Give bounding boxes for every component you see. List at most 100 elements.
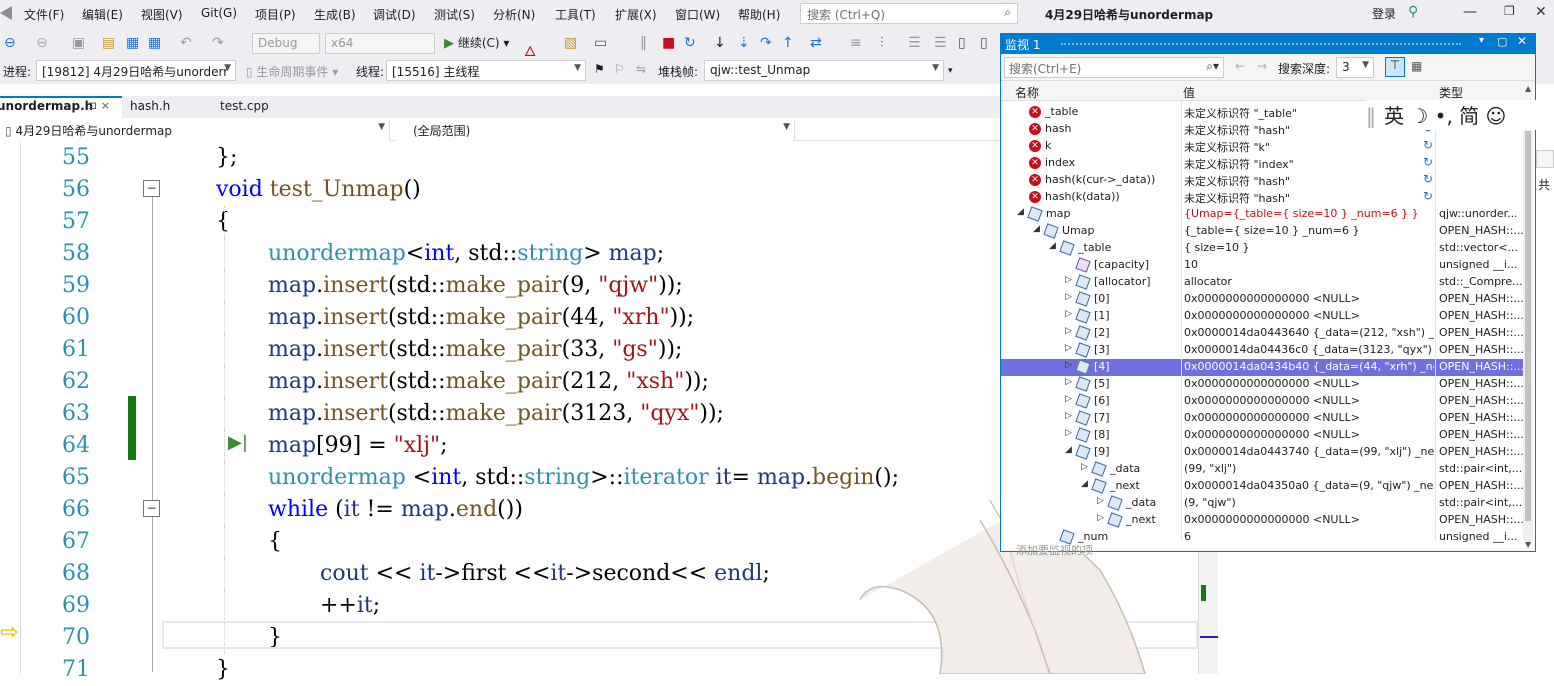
comment-icon[interactable]: ⫶: [880, 35, 884, 51]
code-line[interactable]: unordermap<int, std::string> map;: [268, 238, 664, 270]
watch-value[interactable]: 0x0000000000000000 <NULL>: [1184, 428, 1434, 441]
config-select[interactable]: Debug: [252, 33, 320, 54]
redo-icon[interactable]: ↷: [212, 35, 224, 51]
tab-test-cpp[interactable]: test.cpp: [220, 96, 269, 118]
watch-row[interactable]: ✕ index 未定义标识符 "index" ↻: [1001, 155, 1527, 172]
menu-item[interactable]: 编辑(E): [82, 6, 123, 23]
person-icon[interactable]: ⚲: [1408, 4, 1418, 20]
thread-icon[interactable]: ≡: [850, 35, 862, 51]
bookmark-next-icon[interactable]: ▯: [980, 35, 988, 51]
column-divider[interactable]: [1435, 101, 1436, 541]
watch-value[interactable]: 未定义标识符 "index": [1184, 156, 1434, 172]
maximize-icon[interactable]: ❐: [1504, 4, 1515, 18]
fold-toggle[interactable]: −: [143, 180, 160, 197]
expand-icon[interactable]: ▷: [1065, 411, 1072, 421]
expand-icon[interactable]: ▷: [1065, 377, 1072, 387]
watch-row[interactable]: ◢ _table { size=10 } std::vector<...: [1001, 240, 1527, 257]
menu-item[interactable]: 帮助(H): [738, 6, 780, 23]
menu-item[interactable]: 生成(B): [314, 6, 356, 23]
login-link[interactable]: 登录: [1372, 5, 1396, 22]
code-line[interactable]: cout << it->first <<it->second<< endl;: [320, 558, 770, 590]
watch-value[interactable]: (9, "qjw"): [1184, 496, 1434, 509]
watch-row[interactable]: ▷ [1] 0x0000000000000000 <NULL> OPEN_HASH::…: [1001, 308, 1527, 325]
dropdown-icon[interactable]: ▾: [1479, 35, 1484, 46]
scroll-thumb[interactable]: [1525, 131, 1531, 521]
watch-row[interactable]: ✕ k 未定义标识符 "k" ↻: [1001, 138, 1527, 155]
fold-toggle[interactable]: −: [143, 500, 160, 517]
watch-row[interactable]: ▷ [allocator] allocator std::_Compre...: [1001, 274, 1527, 291]
expand-icon[interactable]: ▷: [1065, 343, 1072, 353]
watch-value[interactable]: 10: [1184, 258, 1434, 271]
code-line[interactable]: map.insert(std::make_pair(9, "qjw"));: [268, 270, 683, 302]
collapse-icon[interactable]: ◢: [1065, 445, 1072, 455]
menu-item[interactable]: 分析(N): [493, 6, 535, 23]
collapse-icon[interactable]: ◢: [1081, 479, 1088, 489]
save-icon[interactable]: ▦: [126, 35, 139, 51]
run-to-click-icon[interactable]: ▶|: [228, 432, 248, 453]
watch-value[interactable]: 0x0000000000000000 <NULL>: [1184, 377, 1434, 390]
close-window-icon[interactable]: ✕: [1535, 4, 1547, 20]
watch-value[interactable]: (99, "xlj"): [1184, 462, 1434, 475]
watch-value[interactable]: 0x0000014da0443740 {_data=(99, "xlj") _n…: [1184, 445, 1434, 458]
watch-value[interactable]: { size=10 }: [1184, 241, 1434, 254]
watch-row[interactable]: ▷ [5] 0x0000000000000000 <NULL> OPEN_HASH::…: [1001, 376, 1527, 393]
watch-value[interactable]: 0x0000014da0434b40 {_data=(44, "xrh") _n…: [1184, 360, 1434, 373]
refresh-icon[interactable]: ↻: [1423, 172, 1433, 186]
menu-item[interactable]: 扩展(X): [615, 6, 657, 23]
project-select[interactable]: ▯ 4月29日哈希与unordermap ▼: [0, 120, 390, 141]
menu-item[interactable]: 调试(D): [373, 6, 416, 23]
watch-value[interactable]: 未定义标识符 "hash": [1184, 190, 1434, 206]
layout-icon[interactable]: ▭: [594, 35, 607, 51]
watch-value[interactable]: 0x0000014da04436c0 {_data=(3123, "qyx") …: [1184, 343, 1434, 356]
expand-icon[interactable]: ▷: [1097, 513, 1104, 523]
code-line[interactable]: void test_Unmap(): [216, 174, 421, 206]
process-select[interactable]: [19812] 4月29日哈希与unorderr ▼: [36, 60, 236, 81]
save-all-icon[interactable]: ▦: [148, 35, 161, 51]
filter-icon[interactable]: ⚐: [614, 62, 625, 76]
add-watch-hint[interactable]: 添加要监视的项: [1016, 542, 1093, 558]
view-icon[interactable]: ▦: [1411, 59, 1422, 73]
watch-row[interactable]: ▷ [8] 0x0000000000000000 <NULL> OPEN_HASH::…: [1001, 427, 1527, 444]
restart-icon[interactable]: ↻: [684, 35, 696, 51]
bookmark-icon[interactable]: ▯: [958, 35, 966, 51]
watch-row[interactable]: ▷ [4] 0x0000014da0434b40 {_data=(44, "xrh"…: [1001, 359, 1527, 376]
watch-value[interactable]: 0x0000000000000000 <NULL>: [1184, 411, 1434, 424]
watch-value[interactable]: 0x0000000000000000 <NULL>: [1184, 394, 1434, 407]
toggle-icon[interactable]: ⇋: [636, 62, 646, 76]
code-line[interactable]: };: [216, 142, 237, 174]
stop-icon[interactable]: ■: [662, 35, 675, 51]
watch-value[interactable]: 0x0000014da0443640 {_data=(212, "xsh") _…: [1184, 326, 1434, 339]
close-icon[interactable]: ✕: [1517, 34, 1527, 48]
watch-value[interactable]: 6: [1184, 530, 1434, 543]
forward-icon[interactable]: ⊖: [36, 35, 48, 51]
expand-icon[interactable]: ▷: [1065, 360, 1072, 370]
code-line[interactable]: map.insert(std::make_pair(212, "xsh"));: [268, 366, 709, 398]
refresh-icon[interactable]: ↻: [1423, 138, 1433, 152]
open-folder-icon[interactable]: ▤: [102, 35, 115, 51]
tab-hash-h[interactable]: hash.h: [130, 96, 170, 118]
expand-icon[interactable]: ▷: [1065, 326, 1072, 336]
new-project-icon[interactable]: ▣: [72, 35, 85, 51]
hex-icon[interactable]: ⇄: [810, 35, 822, 51]
code-line[interactable]: while (it != map.end()): [268, 494, 523, 526]
depth-select[interactable]: 3 ▼: [1336, 57, 1374, 78]
watch-value[interactable]: 0x0000000000000000 <NULL>: [1184, 513, 1434, 526]
code-line[interactable]: map[99] = "xlj";: [268, 430, 448, 462]
watch-value[interactable]: 未定义标识符 "k": [1184, 139, 1434, 155]
watch-search-input[interactable]: 搜索(Ctrl+E) ⌕▾: [1004, 57, 1224, 78]
expand-icon[interactable]: ▷: [1065, 275, 1072, 285]
menu-item[interactable]: 窗口(W): [675, 6, 720, 23]
search-input[interactable]: 搜索 (Ctrl+Q) ⌕: [800, 3, 1018, 24]
watch-value[interactable]: 0x0000000000000000 <NULL>: [1184, 292, 1434, 305]
browse-icon[interactable]: ▧: [564, 35, 577, 51]
lifecycle-events[interactable]: ▯ 生命周期事件 ▾: [246, 63, 338, 80]
code-line[interactable]: {: [216, 206, 230, 238]
menu-item[interactable]: 项目(P): [255, 6, 296, 23]
expand-icon[interactable]: ▷: [1081, 462, 1088, 472]
watch-row[interactable]: ✕ hash(k(cur->_data)) 未定义标识符 "hash" ↻: [1001, 172, 1527, 189]
code-line[interactable]: unordermap <int, std::string>::iterator …: [268, 462, 899, 494]
maximize-icon[interactable]: ▢: [1497, 35, 1507, 48]
code-line[interactable]: {: [268, 526, 282, 558]
watch-row[interactable]: ▷ [7] 0x0000000000000000 <NULL> OPEN_HASH::…: [1001, 410, 1527, 427]
code-line[interactable]: map.insert(std::make_pair(44, "xrh"));: [268, 302, 694, 334]
